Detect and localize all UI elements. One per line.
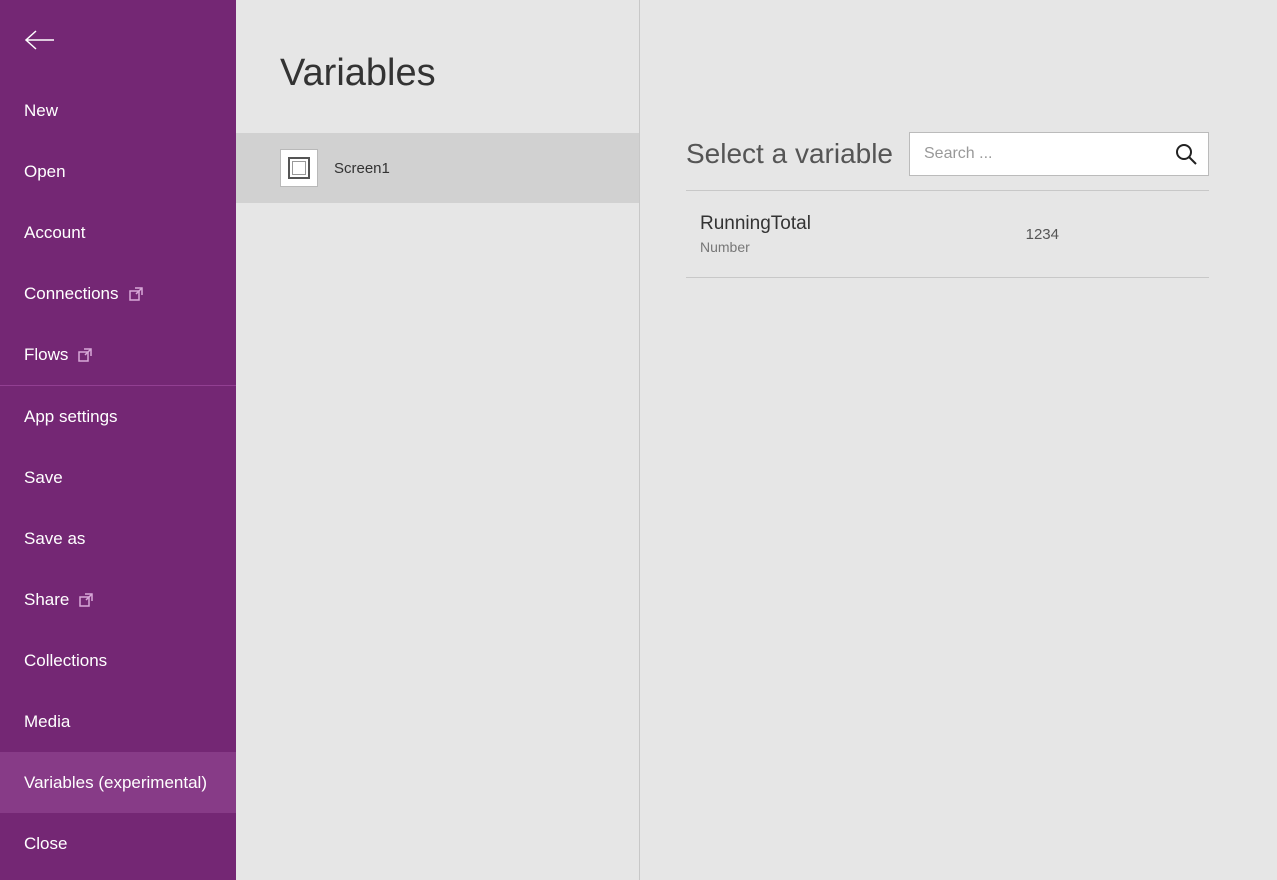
sidebar-item-save-as[interactable]: Save as	[0, 508, 236, 569]
sidebar-item-collections[interactable]: Collections	[0, 630, 236, 691]
variable-name: RunningTotal	[700, 213, 811, 235]
screen-list-item[interactable]: Screen1	[236, 133, 639, 203]
middle-pane: Variables Screen1	[236, 0, 640, 880]
sidebar-item-new[interactable]: New	[0, 80, 236, 141]
sidebar-item-flows[interactable]: Flows	[0, 324, 236, 385]
back-button[interactable]	[0, 0, 236, 80]
search-input[interactable]	[924, 145, 1174, 163]
sidebar-item-label: Collections	[24, 651, 107, 671]
sidebar-item-app-settings[interactable]: App settings	[0, 386, 236, 447]
variable-type: Number	[700, 239, 811, 255]
select-variable-label: Select a variable	[686, 138, 893, 170]
variable-info: RunningTotal Number	[700, 213, 811, 255]
variable-value: 1234	[1026, 226, 1059, 243]
search-box[interactable]	[909, 132, 1209, 176]
sidebar-item-variables[interactable]: Variables (experimental)	[0, 752, 236, 813]
sidebar-item-label: Close	[24, 834, 67, 854]
sidebar-item-label: Connections	[24, 284, 119, 304]
external-link-icon	[78, 348, 92, 362]
right-pane: Select a variable RunningTotal Number 12…	[640, 0, 1277, 880]
sidebar-item-media[interactable]: Media	[0, 691, 236, 752]
variable-row[interactable]: RunningTotal Number 1234	[686, 191, 1209, 278]
screen-label: Screen1	[334, 160, 390, 177]
sidebar-item-label: Open	[24, 162, 66, 182]
sidebar: New Open Account Connections Flows App s…	[0, 0, 236, 880]
sidebar-item-close[interactable]: Close	[0, 813, 236, 874]
sidebar-item-label: Save as	[24, 529, 85, 549]
sidebar-item-label: Save	[24, 468, 63, 488]
sidebar-item-label: Media	[24, 712, 70, 732]
sidebar-item-label: Share	[24, 590, 69, 610]
sidebar-item-label: New	[24, 101, 58, 121]
sidebar-item-open[interactable]: Open	[0, 141, 236, 202]
external-link-icon	[129, 287, 143, 301]
sidebar-item-account[interactable]: Account	[0, 202, 236, 263]
back-arrow-icon	[24, 29, 56, 51]
page-title: Variables	[236, 0, 639, 133]
sidebar-item-share[interactable]: Share	[0, 569, 236, 630]
sidebar-item-save[interactable]: Save	[0, 447, 236, 508]
sidebar-item-label: Flows	[24, 345, 68, 365]
sidebar-item-label: App settings	[24, 407, 118, 427]
sidebar-item-label: Variables (experimental)	[24, 773, 207, 793]
right-header: Select a variable	[686, 132, 1209, 191]
search-icon	[1174, 142, 1198, 166]
sidebar-item-label: Account	[24, 223, 85, 243]
external-link-icon	[79, 593, 93, 607]
screen-icon	[280, 149, 318, 187]
sidebar-item-connections[interactable]: Connections	[0, 263, 236, 324]
